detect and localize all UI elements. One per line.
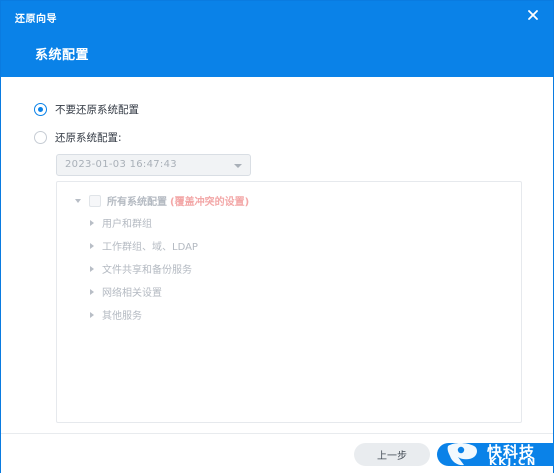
radio-button-restore[interactable] (34, 131, 47, 144)
tree-item-label: 其他服务 (102, 311, 142, 322)
tree-item-users-groups[interactable]: 用户和群组 (90, 215, 152, 230)
config-tree: 所有系统配置 (覆盖冲突的设置) 用户和群组 工作群组、域、LDAP 文件共享和… (56, 181, 522, 423)
radio-option-no-restore[interactable]: 不要还原系统配置 (34, 102, 139, 117)
dialog-content: 不要还原系统配置 还原系统配置: 2023-01-03 16:47:43 所有系… (1, 77, 553, 433)
tree-item-label: 用户和群组 (102, 219, 152, 230)
caret-right-icon[interactable] (90, 265, 94, 272)
tree-item-other-services[interactable]: 其他服务 (90, 307, 142, 322)
radio-label-restore: 还原系统配置: (55, 132, 122, 144)
dialog-header: 还原向导 系统配置 (1, 1, 553, 77)
backup-version-select[interactable]: 2023-01-03 16:47:43 (56, 154, 251, 176)
watermark-subtext: KKJ.CN (489, 457, 537, 468)
page-title: 系统配置 (35, 48, 90, 63)
radio-label-no-restore: 不要还原系统配置 (55, 104, 139, 116)
tree-item-label: 网络相关设置 (102, 288, 162, 299)
tree-item-workgroup-domain-ldap[interactable]: 工作群组、域、LDAP (90, 238, 198, 253)
radio-button-no-restore[interactable] (34, 103, 47, 116)
tree-item-network-settings[interactable]: 网络相关设置 (90, 284, 162, 299)
caret-down-icon[interactable] (75, 198, 81, 203)
previous-button[interactable]: 上一步 (354, 443, 430, 466)
close-icon[interactable] (525, 7, 541, 23)
tree-item-label: 文件共享和备份服务 (102, 265, 192, 276)
chevron-down-icon (234, 164, 242, 168)
restore-wizard-dialog: 还原向导 系统配置 不要还原系统配置 还原系统配置: 2023-01-03 16… (0, 0, 554, 473)
caret-right-icon[interactable] (90, 219, 94, 226)
caret-right-icon[interactable] (90, 288, 94, 295)
tree-root-note: (覆盖冲突的设置) (170, 197, 250, 208)
caret-right-icon[interactable] (90, 242, 94, 249)
tree-item-file-sharing-backup[interactable]: 文件共享和备份服务 (90, 261, 192, 276)
watermark-logo: 快科技 KKJ.CN (444, 438, 554, 472)
tree-root-label: 所有系统配置 (107, 197, 167, 208)
radio-option-restore[interactable]: 还原系统配置: (34, 130, 122, 145)
tree-root-all-config[interactable]: 所有系统配置 (覆盖冲突的设置) (75, 193, 249, 208)
tree-item-label: 工作群组、域、LDAP (102, 242, 198, 253)
backup-version-value: 2023-01-03 16:47:43 (65, 159, 177, 170)
watermark-logo-icon (447, 443, 477, 466)
all-config-checkbox[interactable] (89, 194, 101, 207)
caret-right-icon[interactable] (90, 311, 94, 318)
window-title: 还原向导 (15, 14, 57, 25)
